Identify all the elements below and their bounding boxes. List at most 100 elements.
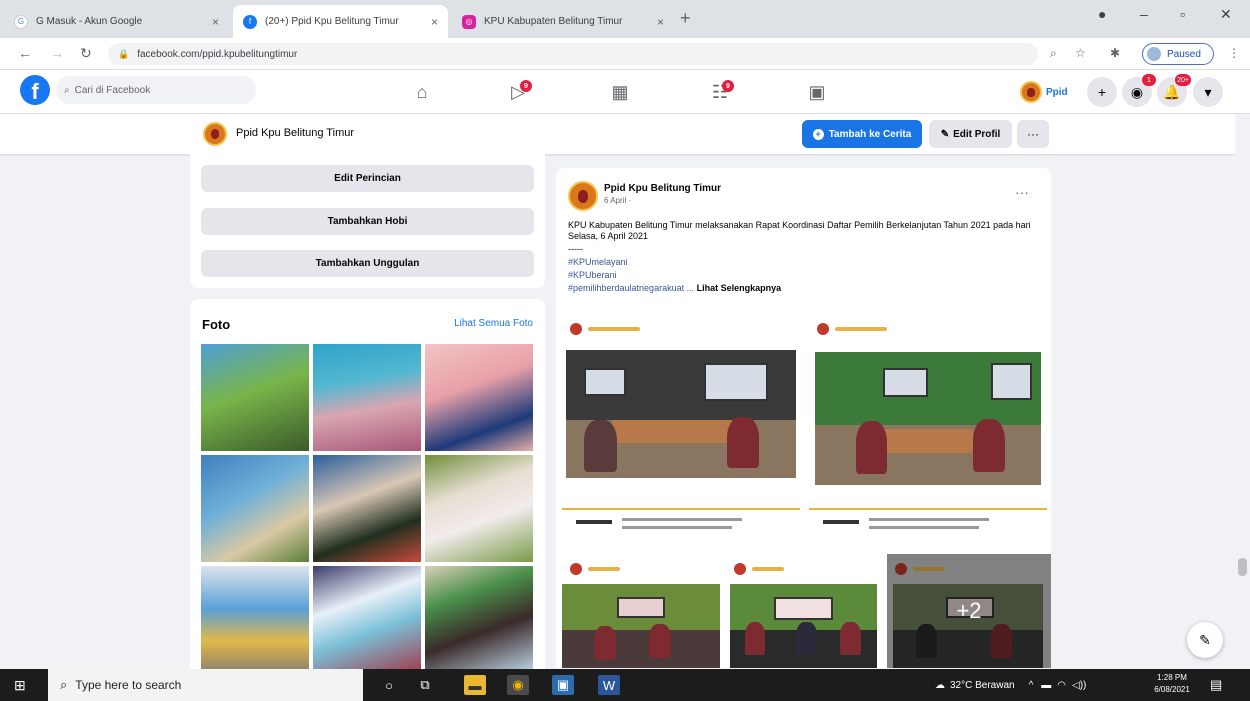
- search-icon[interactable]: ⌕: [1050, 46, 1057, 61]
- scrollbar-thumb[interactable]: [1238, 558, 1247, 576]
- add-story-button[interactable]: + Tambah ke Cerita: [802, 120, 922, 148]
- taskbar-clock[interactable]: 1:28 PM 6/08/2021: [1148, 672, 1196, 696]
- task-view-icon[interactable]: ⧉: [414, 675, 436, 695]
- volume-icon[interactable]: ◁)): [1072, 680, 1086, 691]
- post-options-icon[interactable]: ···: [1015, 184, 1029, 200]
- tray-chevron-icon[interactable]: ^: [1029, 680, 1034, 691]
- post-photo[interactable]: [562, 554, 720, 668]
- edit-profile-button[interactable]: ✎ Edit Profil: [929, 120, 1012, 148]
- tab-label: G Masuk - Akun Google: [36, 16, 143, 27]
- chrome-profile-icon[interactable]: ●: [1098, 6, 1106, 22]
- see-all-photos-link[interactable]: Lihat Semua Foto: [454, 318, 533, 329]
- add-hobbies-button[interactable]: Tambahkan Hobi: [201, 208, 534, 235]
- close-window-icon[interactable]: ✕: [1220, 6, 1232, 23]
- groups-icon[interactable]: ☷ 9: [700, 78, 740, 106]
- minimize-icon[interactable]: –: [1140, 6, 1148, 22]
- messenger-icon[interactable]: ◉ 1: [1122, 74, 1156, 107]
- photo-thumbnail[interactable]: [313, 455, 421, 562]
- search-placeholder: Cari di Facebook: [74, 84, 151, 96]
- taskbar-search-input[interactable]: ⌕ Type here to search: [48, 669, 363, 701]
- kpu-header: [570, 562, 620, 576]
- edit-details-button[interactable]: Edit Perincian: [201, 165, 534, 192]
- browser-menu-icon[interactable]: ⋮: [1228, 46, 1240, 60]
- photos-app-icon[interactable]: ▣: [552, 675, 574, 695]
- post-photo[interactable]: +2: [887, 554, 1051, 668]
- more-photos-overlay[interactable]: +2: [887, 554, 1051, 668]
- notification-center-icon[interactable]: ▤: [1210, 677, 1222, 693]
- network-icon[interactable]: ▬: [1041, 680, 1051, 691]
- taskbar-search-placeholder: Type here to search: [75, 678, 182, 692]
- photo-thumbnail[interactable]: [425, 566, 533, 669]
- lock-icon: 🔒: [118, 48, 130, 59]
- plus-icon: +: [812, 128, 824, 140]
- photo-thumbnail[interactable]: [425, 344, 533, 451]
- photo-thumbnail[interactable]: [313, 344, 421, 451]
- photo-caption-strip: [809, 508, 1047, 548]
- photo-thumbnail[interactable]: [201, 566, 309, 669]
- see-more-link[interactable]: Lihat Selengkapnya: [697, 283, 782, 293]
- back-icon[interactable]: ←: [18, 45, 32, 61]
- profile-paused-button[interactable]: Paused: [1142, 43, 1214, 65]
- photo-thumbnail[interactable]: [425, 455, 533, 562]
- profile-shortcut[interactable]: Ppid: [1020, 78, 1068, 106]
- chrome-icon[interactable]: ◉: [507, 675, 529, 695]
- marketplace-icon[interactable]: ▦: [600, 78, 640, 106]
- hashtag-text: #pemilihberdaulatnegarakuat: [568, 283, 685, 293]
- post-date[interactable]: 6 April ·: [604, 196, 631, 205]
- watch-icon[interactable]: ▷ 9: [498, 78, 538, 106]
- word-icon[interactable]: W: [598, 675, 620, 695]
- hashtag-link[interactable]: #pemilihberdaulatnegarakuat ... Lihat Se…: [568, 283, 781, 293]
- notifications-icon[interactable]: 🔔 20+: [1157, 74, 1191, 107]
- photo-thumbnail[interactable]: [201, 344, 309, 451]
- create-icon[interactable]: +: [1087, 77, 1117, 107]
- tab-facebook-page[interactable]: f (20+) Ppid Kpu Belitung Timur ×: [233, 5, 448, 38]
- gaming-icon[interactable]: ▣: [797, 78, 837, 106]
- close-icon[interactable]: ×: [431, 15, 438, 29]
- star-icon[interactable]: ☆: [1075, 46, 1086, 60]
- new-tab-icon[interactable]: +: [680, 8, 691, 29]
- facebook-top-nav: f ⌕ Cari di Facebook ⌂ ▷ 9 ▦ ☷ 9 ▣ Ppid + …: [0, 70, 1250, 114]
- post-photo[interactable]: [562, 314, 800, 548]
- facebook-icon: f: [243, 14, 257, 29]
- url-input[interactable]: 🔒 facebook.com/ppid.kpubelitungtimur: [108, 43, 1038, 65]
- cortana-icon[interactable]: ○: [378, 675, 400, 695]
- page-name[interactable]: Ppid Kpu Belitung Timur: [236, 127, 354, 139]
- forward-icon[interactable]: →: [50, 45, 64, 61]
- close-icon[interactable]: ×: [212, 15, 219, 29]
- add-featured-button[interactable]: Tambahkan Unggulan: [201, 250, 534, 277]
- more-options-button[interactable]: ···: [1017, 120, 1049, 148]
- meeting-room-image: [730, 584, 877, 668]
- hashtag-link[interactable]: #KPUmelayani: [568, 257, 628, 267]
- tab-label: KPU Kabupaten Belitung Timur: [484, 16, 623, 27]
- meeting-room-image: [566, 350, 796, 478]
- post-author[interactable]: Ppid Kpu Belitung Timur: [604, 183, 721, 194]
- maximize-icon[interactable]: ▫: [1180, 6, 1185, 22]
- search-input[interactable]: ⌕ Cari di Facebook: [56, 76, 256, 104]
- file-explorer-icon[interactable]: ▬: [464, 675, 486, 695]
- page-scrollbar[interactable]: [1235, 114, 1250, 669]
- post-photo[interactable]: [726, 554, 881, 668]
- profile-name: Ppid: [1046, 86, 1068, 98]
- windows-start-icon[interactable]: ⊞: [14, 677, 26, 694]
- reload-icon[interactable]: ↻: [80, 45, 92, 62]
- new-message-icon[interactable]: ✎: [1187, 622, 1223, 658]
- weather-text[interactable]: 32°C Berawan: [950, 680, 1015, 691]
- home-icon[interactable]: ⌂: [402, 78, 442, 106]
- account-menu-icon[interactable]: ▾: [1193, 77, 1223, 107]
- hashtag-link[interactable]: #KPUberani: [568, 270, 617, 280]
- photo-thumbnail[interactable]: [201, 455, 309, 562]
- tab-google-account[interactable]: G G Masuk - Akun Google ×: [4, 5, 229, 38]
- photo-thumbnail[interactable]: [313, 566, 421, 669]
- close-icon[interactable]: ×: [657, 15, 664, 29]
- facebook-logo-icon[interactable]: f: [20, 75, 50, 105]
- extensions-icon[interactable]: ✱: [1110, 46, 1120, 60]
- post-photo[interactable]: [809, 314, 1047, 548]
- kpu-logo-icon[interactable]: [568, 181, 598, 211]
- wifi-icon[interactable]: ◠: [1057, 680, 1066, 691]
- address-bar-row: ← → ↻ 🔒 facebook.com/ppid.kpubelitungtim…: [0, 38, 1250, 70]
- system-tray: ☁ 32°C Berawan ^ ▬ ◠ ◁)): [935, 669, 1086, 701]
- url-text: facebook.com/ppid.kpubelitungtimur: [137, 48, 298, 60]
- tab-instagram-kpu[interactable]: ◎ KPU Kabupaten Belitung Timur ×: [452, 5, 674, 38]
- browser-tab-bar: G G Masuk - Akun Google × f (20+) Ppid K…: [0, 0, 1250, 38]
- weather-icon: ☁: [935, 679, 945, 691]
